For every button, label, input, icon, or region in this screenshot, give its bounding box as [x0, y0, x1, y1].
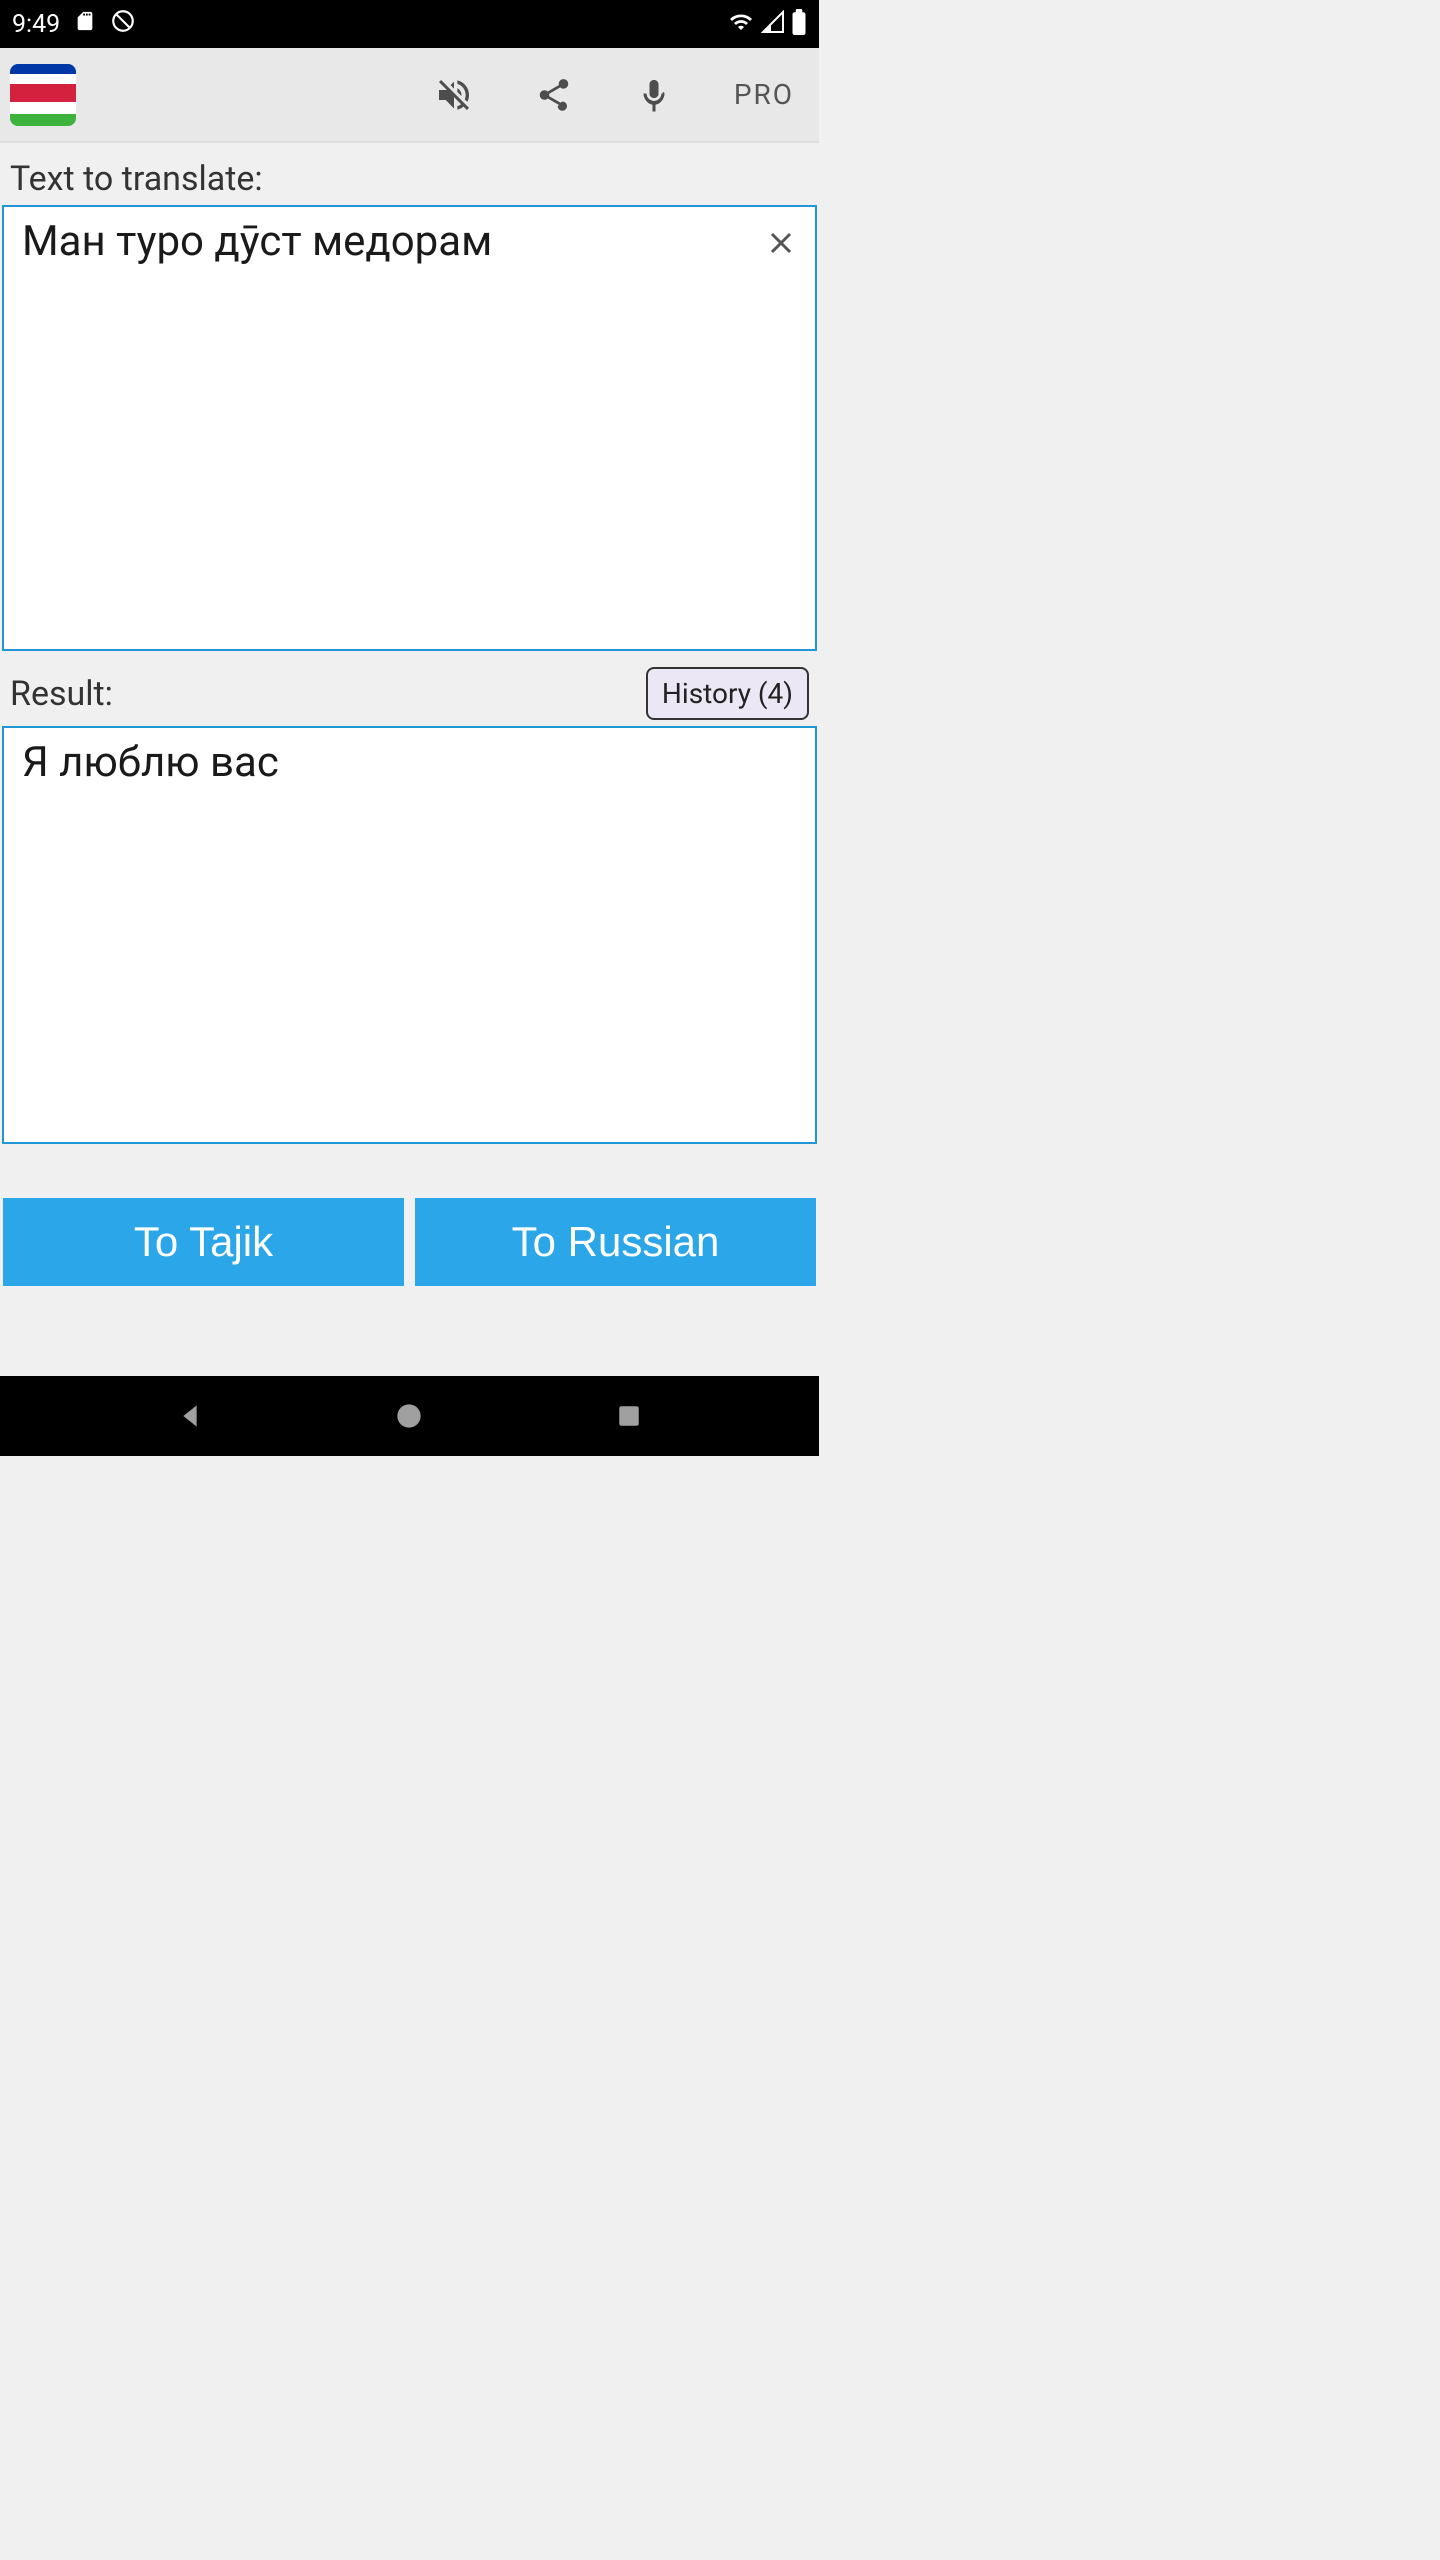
status-right — [727, 9, 807, 39]
status-left: 9:49 — [12, 8, 136, 41]
wifi-icon — [727, 10, 755, 38]
clear-input-button[interactable] — [761, 223, 801, 263]
status-time: 9:49 — [12, 10, 60, 39]
do-not-disturb-icon — [110, 8, 136, 41]
home-button[interactable] — [389, 1396, 429, 1436]
input-text: Ман туро дӯст медорам — [22, 217, 797, 266]
share-icon[interactable] — [534, 75, 574, 115]
to-russian-button[interactable]: To Russian — [415, 1198, 816, 1286]
recent-apps-button[interactable] — [609, 1396, 649, 1436]
signal-icon — [761, 10, 785, 38]
sd-card-icon — [74, 10, 96, 39]
history-button[interactable]: History (4) — [646, 667, 809, 720]
navigation-bar — [0, 1376, 819, 1456]
to-tajik-button[interactable]: To Tajik — [3, 1198, 404, 1286]
microphone-icon[interactable] — [634, 75, 674, 115]
app-icon[interactable] — [10, 64, 76, 126]
status-bar: 9:49 — [0, 0, 819, 48]
app-bar: PRO — [0, 48, 819, 143]
result-text: Я люблю вас — [22, 738, 797, 787]
content-area: Text to translate: Ман туро дӯст медорам… — [0, 143, 819, 1376]
input-label: Text to translate: — [10, 159, 263, 199]
result-textarea[interactable]: Я люблю вас — [2, 726, 817, 1144]
back-button[interactable] — [170, 1396, 210, 1436]
result-label: Result: — [10, 674, 113, 714]
mute-icon[interactable] — [434, 75, 474, 115]
input-textarea[interactable]: Ман туро дӯст медорам — [2, 205, 817, 651]
battery-icon — [791, 9, 807, 39]
pro-button[interactable]: PRO — [734, 78, 794, 111]
